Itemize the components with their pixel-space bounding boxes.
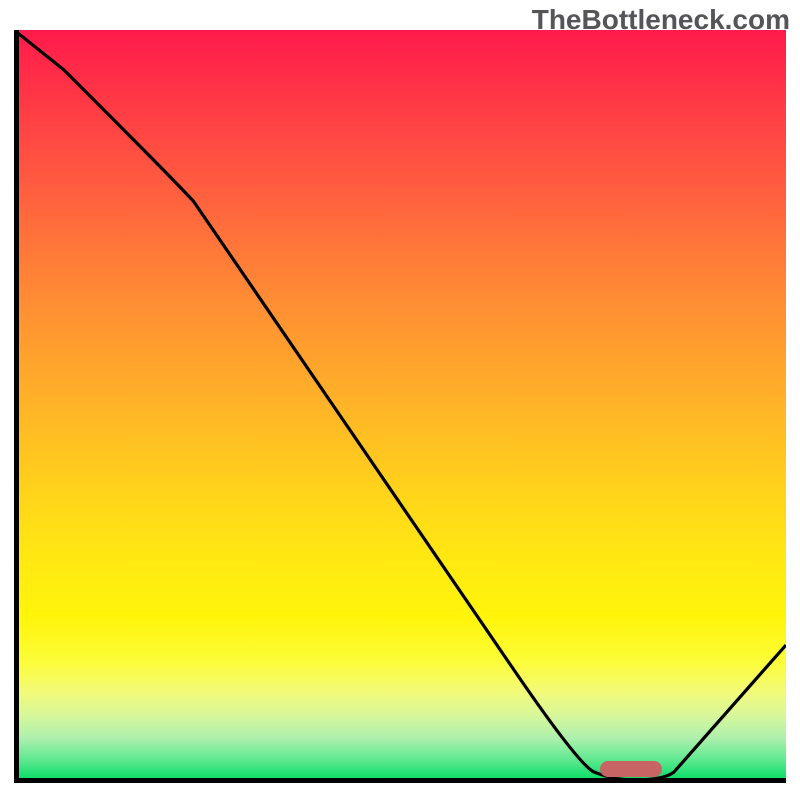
plot-area <box>14 30 786 783</box>
y-axis <box>14 30 19 783</box>
optimum-marker <box>600 761 662 777</box>
curve-path <box>14 30 786 780</box>
watermark-text: TheBottleneck.com <box>532 4 790 36</box>
bottleneck-curve <box>14 30 786 783</box>
x-axis <box>14 778 786 783</box>
bottleneck-chart: TheBottleneck.com <box>0 0 800 800</box>
